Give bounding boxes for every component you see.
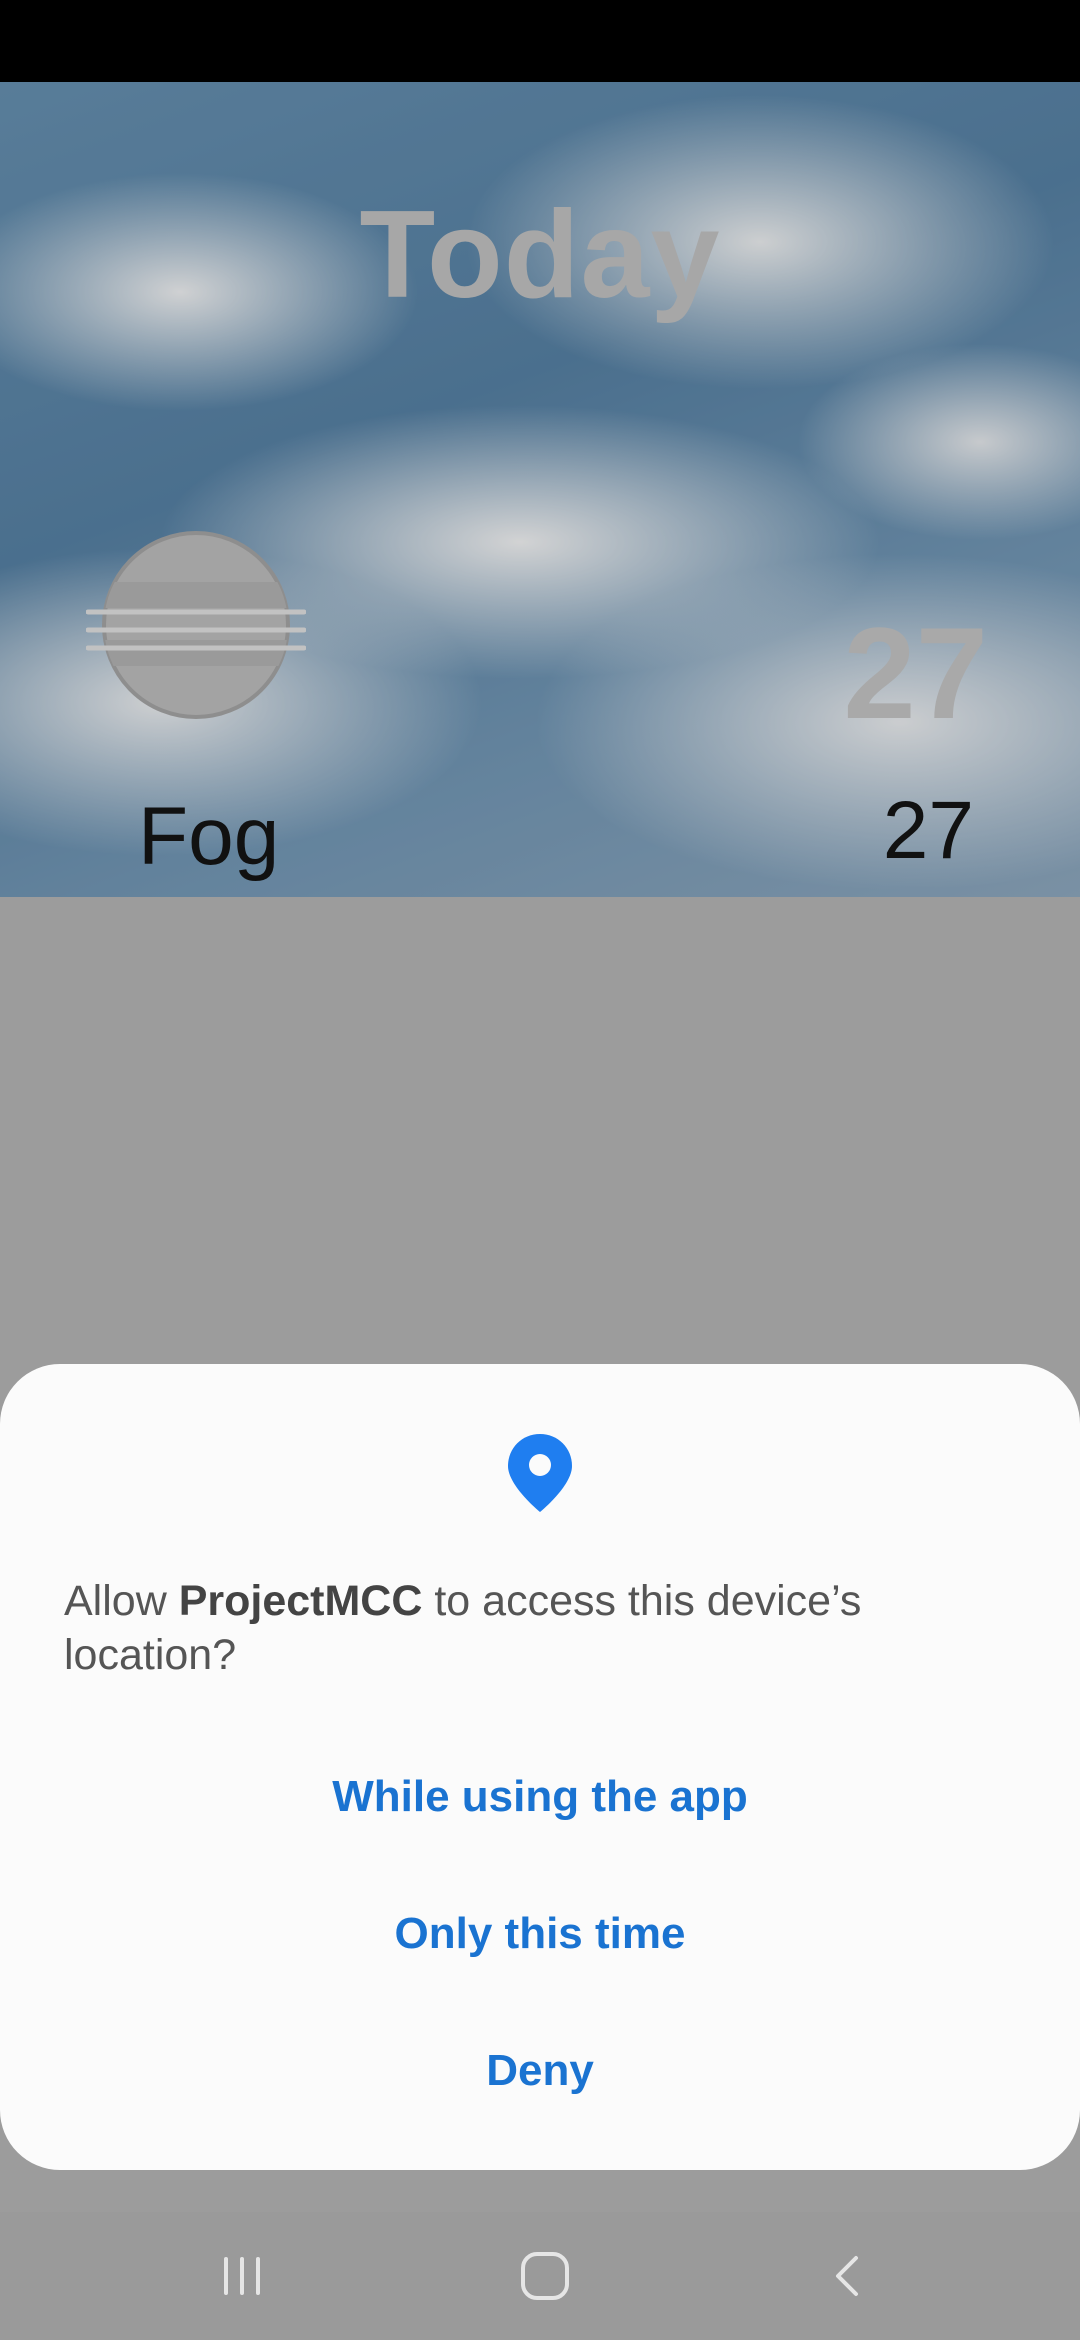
secondary-temperature: 27 (882, 785, 974, 876)
home-icon (521, 2252, 569, 2300)
home-button[interactable] (485, 2234, 605, 2318)
app-name: ProjectMCC (178, 1577, 423, 1625)
prompt-prefix: Allow (64, 1577, 179, 1625)
status-bar (0, 0, 1080, 82)
permission-prompt: Allow ProjectMCC to access this device’s… (64, 1574, 1014, 1682)
navigation-bar (0, 2212, 1080, 2340)
back-button[interactable] (788, 2234, 908, 2318)
only-this-time-button[interactable]: Only this time (0, 1889, 1080, 1979)
recents-button[interactable] (182, 2234, 302, 2318)
condition-label: Fog (138, 791, 280, 882)
current-temperature: 27 (843, 600, 988, 746)
location-pin-icon (508, 1434, 572, 1512)
recents-icon (224, 2257, 260, 2295)
deny-button[interactable]: Deny (0, 2026, 1080, 2116)
back-icon (836, 2256, 858, 2296)
while-using-app-button[interactable]: While using the app (0, 1752, 1080, 1842)
location-permission-dialog: Allow ProjectMCC to access this device’s… (0, 1364, 1080, 2170)
weather-hero: Today 27 Fog 27 (0, 82, 1080, 897)
page-title: Today (359, 186, 721, 324)
fog-icon (86, 531, 306, 719)
